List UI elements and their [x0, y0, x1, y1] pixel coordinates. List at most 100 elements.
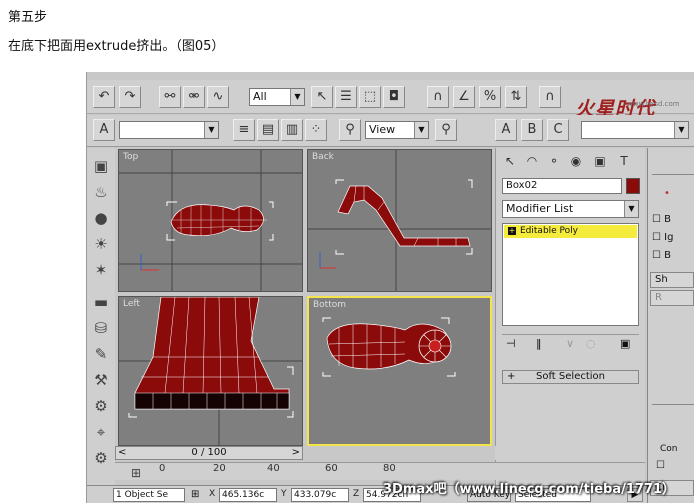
bind-space-warp-icon[interactable]: ∿ — [207, 86, 229, 108]
chevron-down-icon: ▼ — [414, 122, 428, 138]
cylinder-icon[interactable]: ⛁ — [91, 318, 111, 338]
y-label: Y — [281, 489, 287, 499]
rectangular-selection-icon[interactable]: ⬚ — [359, 86, 381, 108]
sphere-icon[interactable]: ● — [91, 208, 111, 228]
object-color-swatch[interactable] — [626, 178, 640, 194]
step-title: 第五步 — [8, 10, 48, 25]
con-checkbox[interactable]: ☐ — [656, 460, 665, 471]
check-label: B — [664, 214, 672, 225]
teapot-c-icon[interactable]: C — [547, 119, 569, 141]
select-by-name-icon[interactable]: ☰ — [335, 86, 357, 108]
rollout-label: Soft Selection — [536, 371, 605, 382]
modifier-list-dropdown[interactable]: Modifier List ▼ — [502, 200, 639, 218]
teapot-icon[interactable]: ♨ — [91, 182, 111, 202]
view-dropdown[interactable]: View ▼ — [365, 121, 429, 139]
viewport-top[interactable]: Top — [118, 149, 303, 292]
selection-filter-dropdown[interactable]: All ▼ — [249, 88, 305, 106]
back-view-mesh — [308, 150, 491, 291]
x-label: X — [209, 489, 216, 499]
camera-icon[interactable]: ⌖ — [91, 422, 111, 442]
layer-manager-icon[interactable]: ≡ — [233, 119, 255, 141]
timeline-tick: 20 — [213, 463, 226, 474]
create-tab-icon[interactable]: ↖ — [500, 152, 520, 170]
track-bar-icon[interactable]: ⊞ — [131, 466, 141, 480]
teapot-b-icon[interactable]: B — [521, 119, 543, 141]
command-panel: ↖ ◠ ⚬ ◉ ▣ T Box02 Modifier List ▼ + Edita… — [495, 148, 645, 488]
chevron-left-icon[interactable]: < — [118, 447, 126, 459]
cube-icon[interactable]: ▣ — [91, 156, 111, 176]
rollout-plus-icon: + — [507, 371, 516, 382]
hierarchy-tab-icon[interactable]: ⚬ — [544, 152, 564, 170]
check-row-3[interactable]: ☐ B — [652, 250, 671, 261]
left-view-mesh — [119, 297, 302, 445]
modifier-stack: + Editable Poly — [502, 223, 639, 326]
side-button-sh[interactable]: Sh — [650, 272, 694, 288]
material-editor-icon[interactable]: ⁘ — [305, 119, 327, 141]
timeline-tick: 0 — [159, 463, 166, 474]
site-logo-url: www.hxsd.com — [627, 100, 680, 108]
percent-snap-icon[interactable]: % — [479, 86, 501, 108]
expand-plus-icon[interactable]: + — [508, 227, 516, 235]
object-name-field[interactable]: Box02 — [502, 178, 622, 194]
text-abc-icon[interactable]: A — [93, 119, 115, 141]
viewport-left[interactable]: Left — [118, 296, 303, 446]
modify-tab-icon[interactable]: ◠ — [522, 152, 542, 170]
brush-icon[interactable]: ✎ — [91, 344, 111, 364]
z-label: Z — [353, 489, 360, 499]
remove-modifier-icon[interactable]: ◌ — [586, 337, 596, 350]
undo-icon[interactable]: ↶ — [93, 86, 115, 108]
check-row-1[interactable]: ☐ B — [652, 214, 671, 225]
window-crossing-icon[interactable]: ◘ — [383, 86, 405, 108]
gear-icon[interactable]: ⚙ — [91, 396, 111, 416]
rollout-divider — [652, 404, 694, 405]
y-coordinate-field[interactable]: 433.079c — [291, 488, 349, 502]
utilities-tab-icon[interactable]: T — [614, 152, 634, 170]
teapot-a-icon[interactable]: A — [495, 119, 517, 141]
make-unique-icon[interactable]: ∨ — [566, 337, 574, 350]
hammer-icon[interactable]: ⚒ — [91, 370, 111, 390]
named-selection-icon[interactable]: ∩ — [539, 86, 561, 108]
redo-icon[interactable]: ↷ — [119, 86, 141, 108]
angle-snap-icon[interactable]: ∠ — [453, 86, 475, 108]
left-tool-column: ▣ ♨ ● ☀ ✶ ▬ ⛁ ✎ ⚒ ⚙ ⌖ ⚙ — [87, 148, 115, 488]
select-object-icon[interactable]: ↖ — [311, 86, 333, 108]
side-button-r[interactable]: R — [650, 290, 694, 306]
quick-render-icon[interactable]: ⚲ — [435, 119, 457, 141]
unlink-icon[interactable]: ⚮ — [183, 86, 205, 108]
configure-sets-icon[interactable]: ▣ — [620, 337, 630, 350]
frame-counter: 0 / 100 — [191, 447, 227, 458]
time-slider[interactable]: < 0 / 100 > — [115, 446, 303, 460]
select-link-icon[interactable]: ⚯ — [159, 86, 181, 108]
timeline-tick: 80 — [383, 463, 396, 474]
extra-dropdown[interactable]: ▼ — [581, 121, 689, 139]
lock-selection-icon[interactable]: ⊞ — [191, 489, 199, 500]
chevron-right-icon[interactable]: > — [292, 447, 300, 459]
watermark-text: 3Dmax吧（www.linecg.com/tieba/1771） — [383, 482, 676, 497]
top-view-mesh — [119, 150, 302, 291]
timeline-spacer — [495, 446, 645, 460]
curve-editor-icon[interactable]: ▤ — [257, 119, 279, 141]
named-selection-sets-dropdown[interactable]: ▼ — [119, 121, 219, 139]
star-icon[interactable]: ✶ — [91, 260, 111, 280]
bottom-view-mesh — [322, 317, 456, 377]
check-label: Ig — [664, 232, 674, 243]
motion-tab-icon[interactable]: ◉ — [566, 152, 586, 170]
snap-3d-icon[interactable]: ∩ — [427, 86, 449, 108]
light-icon[interactable]: ☀ — [91, 234, 111, 254]
spinner-snap-icon[interactable]: ⇅ — [505, 86, 527, 108]
pin-stack-icon[interactable]: ⊣ — [506, 337, 516, 350]
show-end-result-icon[interactable]: ‖ — [536, 337, 542, 350]
utility-icon[interactable]: ⚙ — [91, 448, 111, 468]
check-row-2[interactable]: ☐ Ig — [652, 232, 673, 243]
render-scene-icon[interactable]: ⚲ — [339, 119, 361, 141]
x-coordinate-field[interactable]: 465.136c — [219, 488, 277, 502]
stack-item-editable-poly[interactable]: + Editable Poly — [504, 225, 637, 238]
secondary-toolbar: A ▼ ≡ ▤ ▥ ⁘ ⚲ View ▼ ⚲ A B C ▼ — [87, 115, 694, 147]
chevron-down-icon: ▼ — [674, 122, 688, 138]
schematic-view-icon[interactable]: ▥ — [281, 119, 303, 141]
viewport-back[interactable]: Back — [307, 149, 492, 292]
box-icon[interactable]: ▬ — [91, 292, 111, 312]
viewport-bottom[interactable]: Bottom — [307, 296, 492, 446]
display-tab-icon[interactable]: ▣ — [590, 152, 610, 170]
rollout-soft-selection[interactable]: + Soft Selection — [502, 370, 639, 384]
